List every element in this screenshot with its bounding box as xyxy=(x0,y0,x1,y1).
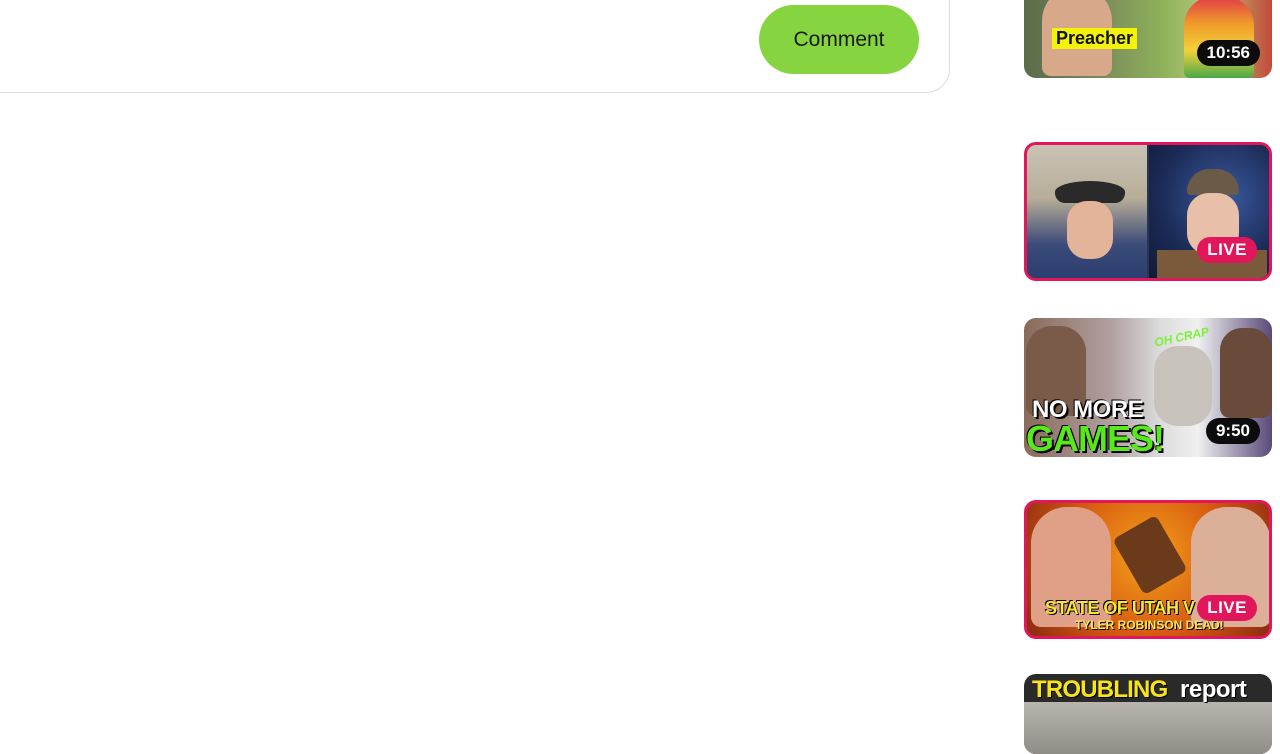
video-thumbnail-1[interactable]: Preacher 10:56 xyxy=(1024,0,1272,78)
thumbnail-person xyxy=(1184,0,1254,78)
duration-badge: 9:50 xyxy=(1205,418,1260,444)
video-thumbnail-5[interactable]: TROUBLING report xyxy=(1024,674,1272,754)
comment-button[interactable]: Comment xyxy=(759,5,919,74)
thumbnail-caption-line2: GAMES! xyxy=(1026,418,1165,457)
video-thumbnail-2[interactable]: LIVE xyxy=(1024,142,1272,281)
thumbnail-caption-line2: TYLER ROBINSON DEAD! xyxy=(1075,618,1224,632)
live-badge: LIVE xyxy=(1197,237,1257,263)
cowboy-hat-shape xyxy=(1055,181,1125,203)
thumbnail-background xyxy=(1024,702,1272,754)
thumbnail-person xyxy=(1220,328,1272,418)
duration-badge: 10:56 xyxy=(1196,40,1260,66)
thumbnail-caption-line1: STATE OF UTAH V xyxy=(1045,598,1195,618)
video-thumbnail-3[interactable]: OH CRAP NO MORE GAMES! 9:50 xyxy=(1024,318,1272,457)
live-badge: LIVE xyxy=(1197,595,1257,621)
thumbnail-caption-word1: TROUBLING xyxy=(1032,676,1168,703)
thumbnail-caption-word2: report xyxy=(1180,676,1247,703)
video-thumbnail-4[interactable]: STATE OF UTAH V TYLER ROBINSON DEAD! LIV… xyxy=(1024,500,1272,639)
thumbnail-person xyxy=(1154,346,1212,426)
thumbnail-caption: Preacher xyxy=(1052,28,1138,49)
thumbnail-person xyxy=(1067,201,1113,259)
gavel-icon xyxy=(1112,514,1188,596)
